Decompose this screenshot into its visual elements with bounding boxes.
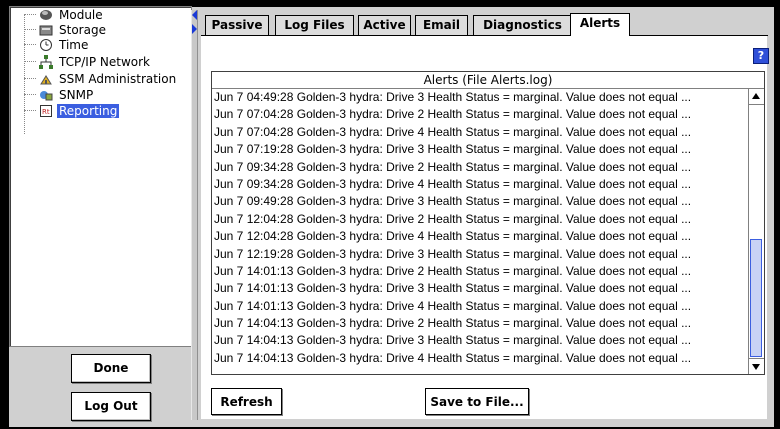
tab-log-files[interactable]: Log Files [275,15,354,35]
collapse-left-icon[interactable] [192,10,197,20]
log-rows: Jun 7 04:49:28 Golden-3 hydra: Drive 3 H… [212,89,750,367]
tree-item-snmp[interactable]: SNMP [24,87,95,102]
logout-button[interactable]: Log Out [71,392,151,421]
tree-item-label: Module [59,7,103,22]
svg-text:Rt: Rt [42,108,50,116]
log-row[interactable]: Jun 7 12:19:28 Golden-3 hydra: Drive 3 H… [212,246,750,263]
log-row[interactable]: Jun 7 14:01:13 Golden-3 hydra: Drive 4 H… [212,298,750,315]
scrollbar-thumb[interactable] [750,239,762,357]
done-button[interactable]: Done [71,354,151,383]
snmp-icon [39,88,53,102]
log-row[interactable]: Jun 7 14:04:13 Golden-3 hydra: Drive 3 H… [212,332,750,349]
tree-item-reporting[interactable]: Rt Reporting [24,103,120,118]
tree-item-label: Time [59,37,89,52]
log-row[interactable]: Jun 7 09:34:28 Golden-3 hydra: Drive 2 H… [212,159,750,176]
module-icon [39,8,53,22]
tab-passive[interactable]: Passive [205,15,269,35]
expand-right-icon[interactable] [192,24,197,34]
log-row[interactable]: Jun 7 14:01:13 Golden-3 hydra: Drive 3 H… [212,280,750,297]
log-row[interactable]: Jun 7 09:49:28 Golden-3 hydra: Drive 3 H… [212,193,750,210]
log-row[interactable]: Jun 7 12:04:28 Golden-3 hydra: Drive 4 H… [212,228,750,245]
tree-item-time[interactable]: Time [24,37,90,52]
pane-splitter[interactable] [191,10,198,420]
log-row[interactable]: Jun 7 07:04:28 Golden-3 hydra: Drive 2 H… [212,106,750,123]
log-row[interactable]: Jun 7 07:19:28 Golden-3 hydra: Drive 3 H… [212,141,750,158]
alerts-log-table: Alerts (File Alerts.log) Jun 7 04:49:28 … [211,71,765,375]
tree-item-module[interactable]: Module [24,7,105,22]
scroll-down-arrow-icon[interactable] [749,358,764,374]
tree-item-tcpip-network[interactable]: TCP/IP Network [24,54,152,69]
tree-item-label: TCP/IP Network [59,54,150,69]
help-icon[interactable]: ? [753,48,769,64]
tree-item-label: SNMP [59,87,94,102]
log-row[interactable]: Jun 7 07:04:28 Golden-3 hydra: Drive 4 H… [212,124,750,141]
tree-item-ssm-administration[interactable]: SSM Administration [24,71,178,86]
tab-diagnostics[interactable]: Diagnostics [473,15,572,35]
storage-icon [39,23,53,37]
log-row[interactable]: Jun 7 12:04:28 Golden-3 hydra: Drive 2 H… [212,211,750,228]
navigation-tree: Module Storage Time TCP/IP Network SSM A… [9,6,192,347]
log-row[interactable]: Jun 7 14:04:13 Golden-3 hydra: Drive 2 H… [212,315,750,332]
log-row[interactable]: Jun 7 04:49:28 Golden-3 hydra: Drive 3 H… [212,89,750,106]
tree-item-label: SSM Administration [59,71,177,86]
admin-icon [39,72,53,86]
log-scrollbar[interactable] [748,89,764,374]
refresh-button[interactable]: Refresh [211,388,282,415]
tab-active[interactable]: Active [358,15,411,35]
scroll-up-arrow-icon[interactable] [749,89,764,105]
log-table-header: Alerts (File Alerts.log) [212,72,764,89]
tab-alerts[interactable]: Alerts [570,13,630,36]
tree-item-label: Storage [59,22,106,37]
tree-item-storage[interactable]: Storage [24,22,108,37]
tab-email[interactable]: Email [415,15,468,35]
report-icon: Rt [39,104,53,118]
tree-item-label: Reporting [57,103,120,118]
log-row[interactable]: Jun 7 14:04:13 Golden-3 hydra: Drive 4 H… [212,350,750,367]
log-row[interactable]: Jun 7 09:34:28 Golden-3 hydra: Drive 4 H… [212,176,750,193]
save-to-file-button[interactable]: Save to File... [425,388,529,415]
network-icon [39,54,53,69]
log-row[interactable]: Jun 7 14:01:13 Golden-3 hydra: Drive 2 H… [212,263,750,280]
clock-icon [39,38,53,52]
